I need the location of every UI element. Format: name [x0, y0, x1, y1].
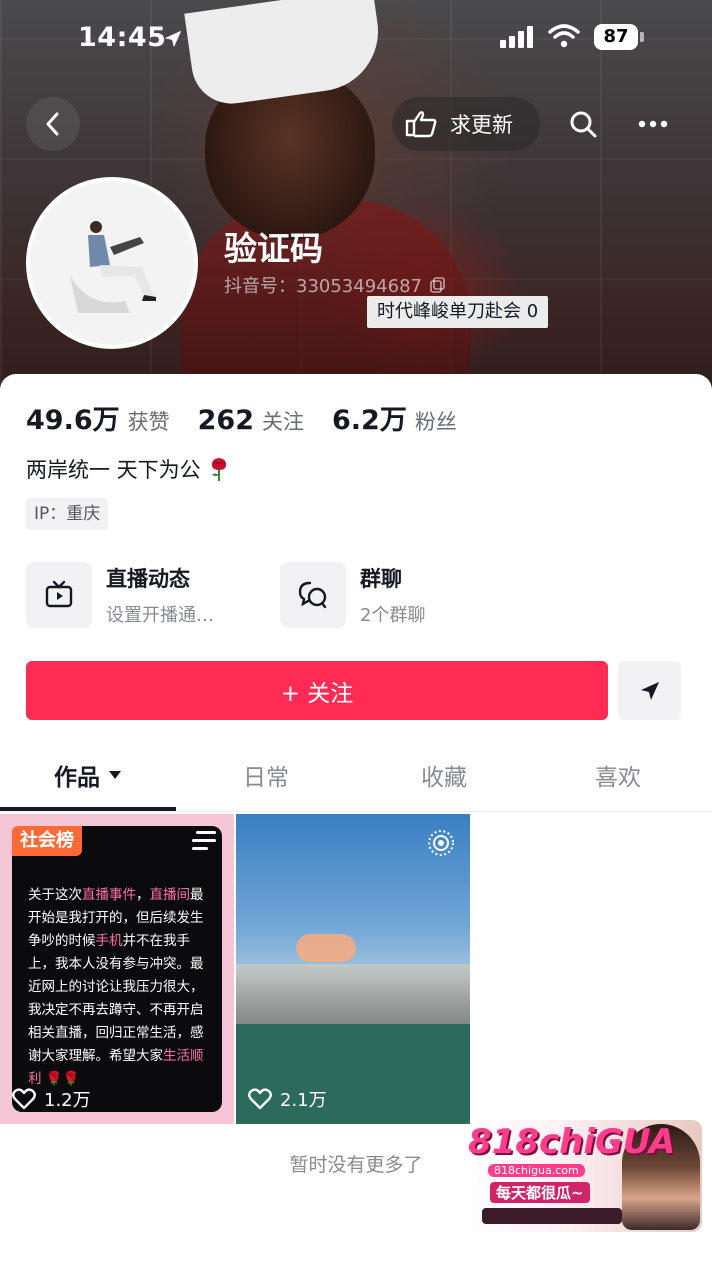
avatar-image [30, 181, 194, 345]
tab-likes[interactable]: 喜欢 [530, 738, 706, 812]
overlay-tooltip: 时代峰峻单刀赴会 0 [367, 296, 549, 328]
status-time: 14:45 [78, 22, 167, 53]
search-icon [570, 111, 597, 138]
share-button[interactable] [618, 661, 681, 720]
tab-daily[interactable]: 日常 [178, 738, 354, 812]
note-segment: 🌹🌹 [41, 1071, 80, 1087]
tab-likes-label: 喜欢 [595, 765, 641, 791]
post-note-text: 关于这次直播事件，直播间最开始是我打开的，但后续发生争吵的时候手机并不在我手上，… [28, 884, 206, 1091]
chat-bubbles-icon [298, 581, 327, 609]
post-like-count: 1.2万 [12, 1086, 91, 1112]
pointing-hand-icon [405, 111, 437, 138]
note-highlight: 直播间 [149, 887, 191, 903]
more-options-button[interactable] [626, 97, 680, 151]
watermark-logo: 818chiGUA [468, 1122, 676, 1162]
tab-favorites[interactable]: 收藏 [356, 738, 532, 812]
stat-likes[interactable]: 49.6万 获赞 [26, 398, 170, 437]
battery-indicator: 87 [594, 24, 644, 50]
entry-subtitle: 2个群聊 [360, 605, 426, 626]
tab-favorites-label: 收藏 [421, 765, 467, 791]
tab-daily-label: 日常 [243, 765, 289, 791]
bio: 两岸统一 天下为公 [26, 454, 231, 484]
tab-works[interactable]: 作品 [0, 738, 176, 812]
location-arrow-icon [164, 30, 182, 48]
wifi-icon [548, 24, 580, 48]
entry-icon-box [26, 562, 92, 628]
entry-title: 直播动态 [106, 567, 190, 591]
more-dots-icon [638, 120, 668, 128]
douyin-id[interactable]: 抖音号：33053494687 [224, 272, 446, 298]
watermark-url: 818chigua.com [488, 1164, 585, 1177]
post-like-value: 2.1万 [280, 1090, 327, 1111]
back-button[interactable] [26, 97, 80, 151]
menu-lines-icon [192, 831, 216, 850]
battery-tip [640, 32, 644, 42]
watermark-strip [482, 1208, 622, 1224]
stat-likes-label: 获赞 [127, 410, 170, 434]
request-update-label: 求更新 [450, 113, 513, 137]
stat-following-label: 关注 [262, 410, 304, 434]
stat-likes-value: 49.6万 [26, 405, 120, 436]
send-arrow-icon [640, 681, 659, 700]
request-update-button[interactable]: 求更新 [392, 97, 540, 151]
photo-cloud [296, 934, 356, 962]
stat-following-value: 262 [197, 405, 254, 436]
chevron-left-icon [46, 112, 59, 136]
cellular-signal-icon [500, 26, 533, 48]
copy-icon[interactable] [430, 277, 446, 293]
note-highlight: 手机 [95, 933, 123, 949]
entry-title: 群聊 [360, 567, 402, 591]
username: 验证码 [224, 229, 323, 268]
live-photo-icon [428, 830, 454, 856]
post-like-count: 2.1万 [248, 1086, 327, 1112]
group-chat-entry[interactable]: 群聊 2个群聊 [280, 562, 425, 628]
douyin-id-text: 抖音号：33053494687 [224, 276, 422, 297]
follow-button[interactable]: + 关注 [26, 661, 608, 720]
bio-text: 两岸统一 天下为公 [26, 458, 201, 482]
avatar[interactable] [26, 177, 198, 349]
stats-row: 49.6万 获赞 262 关注 6.2万 粉丝 [26, 398, 485, 437]
heart-icon [248, 1088, 272, 1110]
tv-icon [45, 580, 73, 608]
watermark-ad[interactable]: 818chiGUA 818chigua.com 每天都很瓜~ [462, 1120, 702, 1232]
status-bar: 14:45 87 [0, 0, 712, 76]
note-highlight: 直播事件 [82, 887, 136, 903]
hot-list-badge: 社会榜 [12, 826, 82, 856]
stat-followers[interactable]: 6.2万 粉丝 [332, 398, 457, 437]
note-segment: 并不在我手上，我本人没有参与冲突。最近网上的讨论让我压力很大，我决定不再去蹲守、… [28, 933, 204, 1064]
stat-following[interactable]: 262 关注 [198, 405, 304, 436]
heart-icon [12, 1088, 36, 1110]
entry-text: 直播动态 设置开播通… [106, 563, 214, 627]
caret-down-icon [109, 771, 121, 779]
ip-location-tag: IP：重庆 [26, 498, 109, 530]
active-tab-indicator [0, 807, 176, 811]
battery-level: 87 [594, 24, 638, 50]
entry-subtitle: 设置开播通… [106, 605, 214, 626]
post-thumbnail[interactable]: 2.1万 [236, 814, 470, 1124]
photo-buildings [236, 964, 470, 1024]
content-tabs: 作品 日常 收藏 喜欢 [0, 738, 712, 812]
follow-label: + 关注 [280, 680, 354, 707]
note-segment: 关于这次 [28, 887, 82, 903]
watermark-slogan: 每天都很瓜~ [490, 1182, 590, 1203]
search-button[interactable] [556, 97, 610, 151]
entry-text: 群聊 2个群聊 [360, 563, 425, 627]
stat-followers-label: 粉丝 [414, 410, 457, 434]
rose-icon [211, 458, 226, 481]
post-like-value: 1.2万 [44, 1090, 91, 1111]
entry-icon-box [280, 562, 346, 628]
post-thumbnail[interactable]: 社会榜 关于这次直播事件，直播间最开始是我打开的，但后续发生争吵的时候手机并不在… [0, 814, 234, 1124]
stat-followers-value: 6.2万 [332, 405, 407, 436]
live-updates-entry[interactable]: 直播动态 设置开播通… [26, 562, 214, 628]
note-segment: ， [136, 887, 150, 903]
tab-works-label: 作品 [54, 765, 100, 791]
